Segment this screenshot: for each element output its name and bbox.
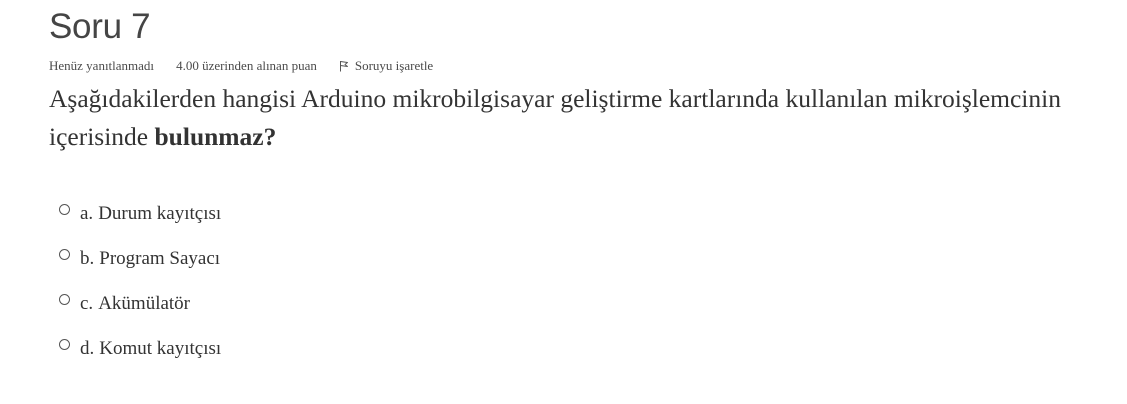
- flag-question-label: Soruyu işaretle: [354, 58, 434, 73]
- flag-icon: [339, 60, 349, 72]
- flag-question-link[interactable]: Soruyu işaretle: [339, 58, 433, 74]
- radio-button[interactable]: [59, 294, 70, 305]
- radio-button[interactable]: [59, 339, 70, 350]
- answer-letter: b.: [80, 247, 95, 269]
- question-title: Soru 7: [49, 7, 151, 46]
- answer-option-d[interactable]: d. Komut kayıtçısı: [59, 326, 1109, 371]
- answer-option-b[interactable]: b. Program Sayacı: [59, 236, 1109, 281]
- question-info: Henüz yanıtlanmadı 4.00 üzerinden alınan…: [49, 58, 1109, 74]
- question-state: Henüz yanıtlanmadı: [49, 58, 155, 73]
- answer-letter: a.: [80, 202, 94, 224]
- question-text: Aşağıdakilerden hangisi Arduino mikrobil…: [49, 80, 1109, 156]
- answer-letter: c.: [80, 292, 94, 314]
- question-text-emphasis: bulunmaz?: [154, 122, 277, 151]
- answer-label: a. Durum kayıtçısı: [80, 203, 221, 225]
- question-block: Soru 7 Henüz yanıtlanmadı 4.00 üzerinden…: [49, 0, 1109, 371]
- radio-button[interactable]: [59, 249, 70, 260]
- answer-label: b. Program Sayacı: [80, 248, 220, 270]
- answer-text: Program Sayacı: [99, 247, 221, 269]
- answer-label: c. Akümülatör: [80, 293, 190, 315]
- answer-text: Komut kayıtçısı: [99, 337, 222, 359]
- answer-option-c[interactable]: c. Akümülatör: [59, 281, 1109, 326]
- answer-label: d. Komut kayıtçısı: [80, 338, 221, 360]
- answer-text: Durum kayıtçısı: [98, 202, 222, 224]
- radio-button[interactable]: [59, 204, 70, 215]
- question-grade: 4.00 üzerinden alınan puan: [176, 58, 317, 73]
- answer-letter: d.: [80, 337, 95, 359]
- answer-list: a. Durum kayıtçısı b. Program Sayacı c. …: [49, 191, 1109, 371]
- answer-option-a[interactable]: a. Durum kayıtçısı: [59, 191, 1109, 236]
- answer-text: Akümülatör: [98, 292, 191, 314]
